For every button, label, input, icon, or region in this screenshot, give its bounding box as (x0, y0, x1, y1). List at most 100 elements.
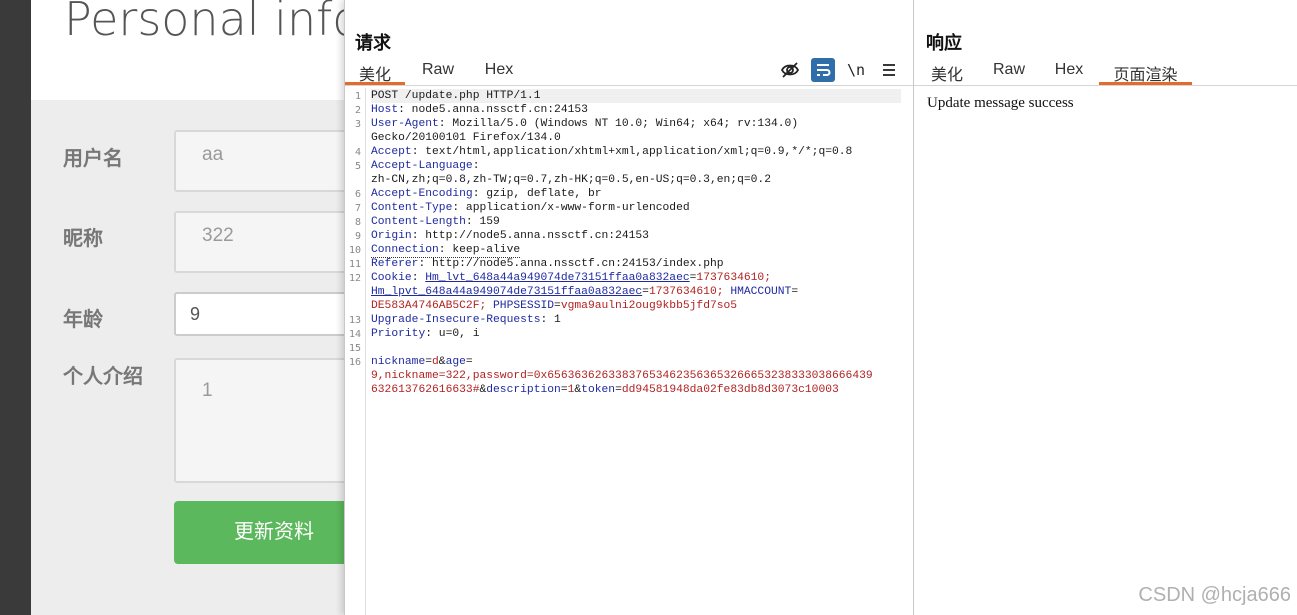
request-line: POST /update.php HTTP/1.1 (371, 89, 901, 103)
cookie-line: Cookie: Hm_lvt_648a44a949074de73151ffaa0… (371, 272, 771, 284)
line-number: 16 (348, 357, 361, 368)
update-profile-button[interactable]: 更新资料 (174, 501, 344, 564)
header-name: Accept-Language (371, 160, 473, 172)
line-number: 11 (348, 259, 361, 270)
header-value: gzip, deflate, br (479, 188, 602, 200)
cookie-key: PHPSESSID (493, 300, 555, 312)
request-tab-pretty[interactable]: 美化 (345, 61, 405, 85)
request-tab-raw[interactable]: Raw (411, 61, 465, 85)
line-number: 1 (354, 91, 361, 102)
cookie-key: Hm_lvt_648a44a949074de73151ffaa0a832aec (425, 272, 690, 284)
body-value: 632613762616633# (371, 384, 480, 396)
header-name: Priority (371, 328, 426, 340)
line-number: 3 (354, 119, 361, 130)
header-line: Accept: text/html,application/xhtml+xml,… (371, 146, 853, 158)
line-number: 15 (348, 343, 361, 354)
header-continuation: zh-CN,zh;q=0.8,zh-TW;q=0.7,zh-HK;q=0.5,e… (371, 174, 771, 186)
header-line: User-Agent: Mozilla/5.0 (Windows NT 10.0… (371, 118, 799, 130)
cookie-value: 1737634610; (648, 286, 724, 298)
rendered-response-text: Update message success (927, 95, 1074, 111)
line-number: 9 (354, 231, 361, 242)
header-line: Referer: http://node5.anna.nssctf.cn:241… (371, 258, 724, 270)
nickname-field[interactable]: 322 (174, 211, 344, 273)
response-tab-divider (914, 85, 1297, 86)
response-title: 响应 (926, 33, 962, 53)
header-name: Content-Type (371, 202, 453, 214)
newline-icon[interactable]: \n (844, 58, 868, 82)
username-field[interactable]: aa (174, 130, 344, 192)
header-name: Referer (371, 258, 419, 270)
header-line: Origin: http://node5.anna.nssctf.cn:2415… (371, 230, 649, 242)
line-number: 6 (354, 189, 361, 200)
header-line: Accept-Language: (371, 159, 479, 173)
body-value: d (432, 356, 439, 368)
header-value: keep-alive (445, 244, 521, 256)
age-label: 年龄 (63, 309, 103, 331)
header-continuation: Gecko/20100101 Firefox/134.0 (371, 132, 561, 144)
header-line: Content-Type: application/x-www-form-url… (371, 202, 690, 214)
browser-side-strip (0, 0, 31, 615)
body-key: nickname (371, 356, 426, 368)
line-number: 4 (354, 147, 361, 158)
response-tab-pretty[interactable]: 美化 (918, 61, 976, 85)
header-name: Upgrade-Insecure-Requests (371, 314, 541, 326)
header-value: http://node5.anna.nssctf.cn:24153/index.… (425, 258, 724, 270)
header-value: Mozilla/5.0 (Windows NT 10.0; Win64; x64… (445, 118, 799, 130)
page-title: Personal infor (64, 0, 344, 46)
cookie-value: DE583A4746AB5C2F; (371, 300, 487, 312)
wrap-icon[interactable] (811, 58, 835, 82)
header-name: Host (371, 104, 399, 116)
header-line: Content-Length: 159 (371, 216, 500, 228)
profile-form: 用户名 aa 昵称 322 年龄 9 个人介绍 1 更新资料 (31, 100, 344, 615)
body-key: description (486, 384, 561, 396)
body-line: 632613762616633#&description=1&token=dd9… (371, 384, 839, 396)
line-number: 2 (354, 105, 361, 116)
username-label: 用户名 (63, 148, 123, 170)
body-key: token (581, 384, 616, 396)
age-field[interactable]: 9 (174, 292, 344, 336)
header-line: Host: node5.anna.nssctf.cn:24153 (371, 104, 588, 116)
line-number: 10 (348, 245, 361, 256)
cookie-key: Hm_lpvt_648a44a949074de73151ffaa0a832aec (371, 286, 643, 298)
header-line: Priority: u=0, i (371, 328, 480, 340)
header-name: User-Agent (371, 118, 439, 130)
request-panel: 请求 美化 Raw Hex \n 1 2 3 4 5 6 7 8 9 10 11… (344, 0, 913, 615)
line-number: 12 (348, 273, 361, 284)
line-number: 7 (354, 203, 361, 214)
cookie-line: DE583A4746AB5C2F; PHPSESSID=vgma9aulni2o… (371, 300, 738, 312)
response-panel: 响应 美化 Raw Hex 页面渲染 Update message succes… (913, 0, 1297, 615)
request-tab-divider (345, 85, 913, 86)
response-tab-hex[interactable]: Hex (1044, 61, 1094, 85)
line-number: 8 (354, 217, 361, 228)
header-name: Origin (371, 230, 412, 242)
request-editor[interactable]: 1 2 3 4 5 6 7 8 9 10 11 12 13 14 15 16 P… (345, 88, 913, 615)
line-number: 5 (354, 161, 361, 172)
cookie-value: vgma9aulni2oug9kbb5jfd7so5 (560, 300, 738, 312)
menu-icon[interactable] (877, 58, 901, 82)
header-line: Connection: keep-alive (371, 244, 521, 258)
watermark: CSDN @hcja666 (1138, 584, 1291, 606)
bio-label: 个人介绍 (63, 366, 143, 388)
body-line: nickname=d&age= (371, 356, 473, 368)
nickname-label: 昵称 (63, 228, 103, 250)
response-tab-render[interactable]: 页面渲染 (1099, 61, 1192, 85)
cookie-key: HMACCOUNT (730, 286, 792, 298)
header-name: Content-Length (371, 216, 466, 228)
header-value: http://node5.anna.nssctf.cn:24153 (418, 230, 649, 242)
request-title: 请求 (355, 33, 391, 53)
response-tab-raw[interactable]: Raw (984, 61, 1034, 85)
header-value: node5.anna.nssctf.cn:24153 (404, 104, 588, 116)
hide-icon[interactable] (778, 58, 802, 82)
page-header: Personal infor (31, 0, 344, 100)
line-number: 14 (348, 329, 361, 340)
body-key: age (445, 356, 466, 368)
header-value: u=0, i (432, 328, 480, 340)
line-number-gutter: 1 2 3 4 5 6 7 8 9 10 11 12 13 14 15 16 (345, 88, 366, 615)
bio-field[interactable]: 1 (174, 358, 344, 483)
header-value: application/x-www-form-urlencoded (459, 202, 690, 214)
header-line: Accept-Encoding: gzip, deflate, br (371, 188, 602, 200)
header-name: Connection (371, 244, 439, 256)
request-tab-hex[interactable]: Hex (473, 61, 525, 85)
header-value: : (472, 160, 480, 172)
header-value: 159 (472, 216, 500, 228)
